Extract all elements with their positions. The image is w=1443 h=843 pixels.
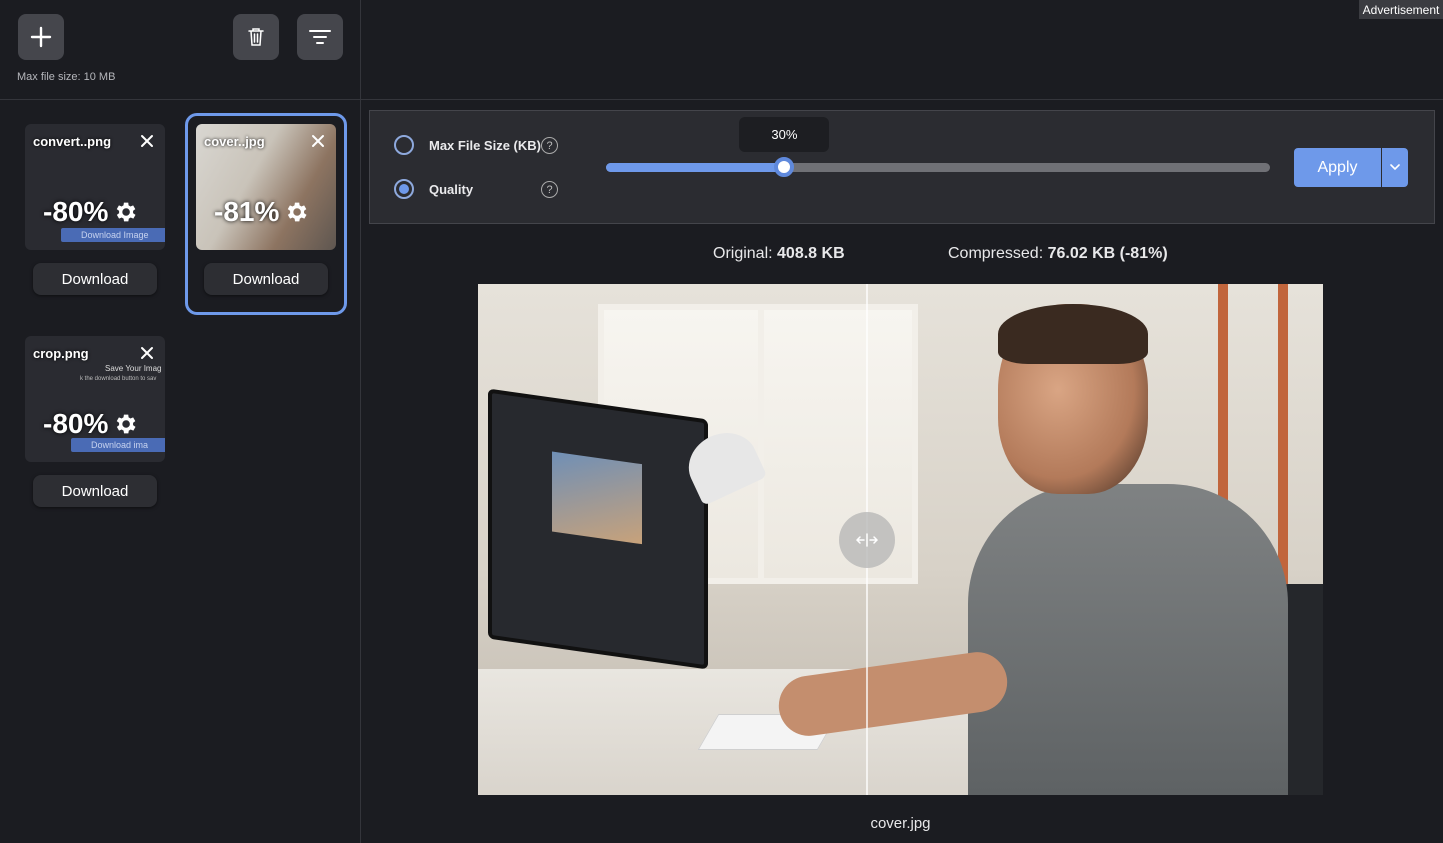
preview-photo bbox=[478, 284, 1323, 795]
preview-caption: cover.jpg bbox=[870, 815, 931, 832]
reduction-percent: -80% bbox=[43, 408, 138, 440]
file-sidebar: Max file size: 10 MB Download Image conv… bbox=[0, 0, 361, 843]
compressed-size-stat: Compressed: 76.02 KB (-81%) bbox=[948, 245, 1168, 263]
compression-controls: Max File Size (KB) ? Quality ? 30% Apply bbox=[369, 110, 1435, 224]
quality-slider-fill bbox=[606, 163, 785, 172]
original-value: 408.8 KB bbox=[777, 245, 845, 262]
thumb-heading: Save Your Imag bbox=[105, 364, 162, 373]
image-compare-preview[interactable] bbox=[478, 284, 1323, 795]
sidebar-toolbar: Max file size: 10 MB bbox=[0, 0, 360, 100]
help-icon[interactable]: ? bbox=[541, 137, 558, 154]
close-icon[interactable] bbox=[139, 345, 155, 361]
original-size-stat: Original: 408.8 KB bbox=[713, 245, 845, 263]
plus-icon bbox=[30, 26, 52, 48]
file-card[interactable]: Save Your Imag k the download button to … bbox=[25, 336, 165, 516]
file-card[interactable]: Download Image convert..png -80% Downloa… bbox=[25, 124, 165, 304]
reduction-value: -80% bbox=[43, 196, 109, 227]
thumb-download-bar: Download ima bbox=[71, 438, 165, 452]
quality-tooltip: 30% bbox=[739, 117, 830, 152]
gear-icon[interactable] bbox=[112, 411, 138, 437]
reduction-value: -80% bbox=[43, 408, 109, 439]
apply-dropdown-button[interactable] bbox=[1382, 148, 1408, 187]
arrows-horizontal-icon bbox=[855, 533, 878, 547]
compressed-value: 76.02 KB (-81%) bbox=[1047, 245, 1168, 262]
gear-icon[interactable] bbox=[283, 199, 309, 225]
advertisement-label[interactable]: Advertisement bbox=[1359, 0, 1443, 19]
quality-slider-thumb[interactable] bbox=[774, 157, 795, 177]
close-icon[interactable] bbox=[139, 133, 155, 149]
reduction-value: -81% bbox=[214, 196, 280, 227]
thumb-subtext: k the download button to sav bbox=[80, 376, 157, 382]
compressed-label: Compressed: bbox=[948, 245, 1044, 262]
sort-filter-button[interactable] bbox=[297, 14, 343, 60]
compare-drag-handle[interactable] bbox=[838, 512, 895, 568]
trash-icon bbox=[248, 28, 264, 46]
apply-button[interactable]: Apply bbox=[1294, 148, 1381, 187]
quality-slider[interactable] bbox=[606, 157, 1270, 177]
reduction-percent: -81% bbox=[214, 196, 309, 228]
file-name: convert..png bbox=[33, 134, 112, 149]
filter-icon bbox=[309, 30, 331, 44]
max-file-size-note: Max file size: 10 MB bbox=[17, 71, 116, 83]
header-divider bbox=[361, 99, 1443, 100]
add-files-button[interactable] bbox=[18, 14, 64, 60]
chevron-down-icon bbox=[1390, 164, 1400, 171]
quality-radio[interactable] bbox=[394, 179, 414, 199]
file-card-selected[interactable]: cover..jpg -81% Download bbox=[196, 124, 336, 304]
thumb-download-bar: Download Image bbox=[61, 228, 165, 242]
file-name: crop.png bbox=[33, 346, 89, 361]
original-label: Original: bbox=[713, 245, 773, 262]
quality-label[interactable]: Quality bbox=[429, 182, 473, 197]
max-file-size-radio[interactable] bbox=[394, 135, 414, 155]
delete-all-button[interactable] bbox=[233, 14, 279, 60]
max-file-size-label[interactable]: Max File Size (KB) bbox=[429, 138, 541, 153]
download-button[interactable]: Download bbox=[33, 475, 157, 507]
download-button[interactable]: Download bbox=[204, 263, 328, 295]
gear-icon[interactable] bbox=[112, 199, 138, 225]
download-button[interactable]: Download bbox=[33, 263, 157, 295]
reduction-percent: -80% bbox=[43, 196, 138, 228]
close-icon[interactable] bbox=[310, 133, 326, 149]
help-icon[interactable]: ? bbox=[541, 181, 558, 198]
file-name: cover..jpg bbox=[204, 134, 265, 149]
